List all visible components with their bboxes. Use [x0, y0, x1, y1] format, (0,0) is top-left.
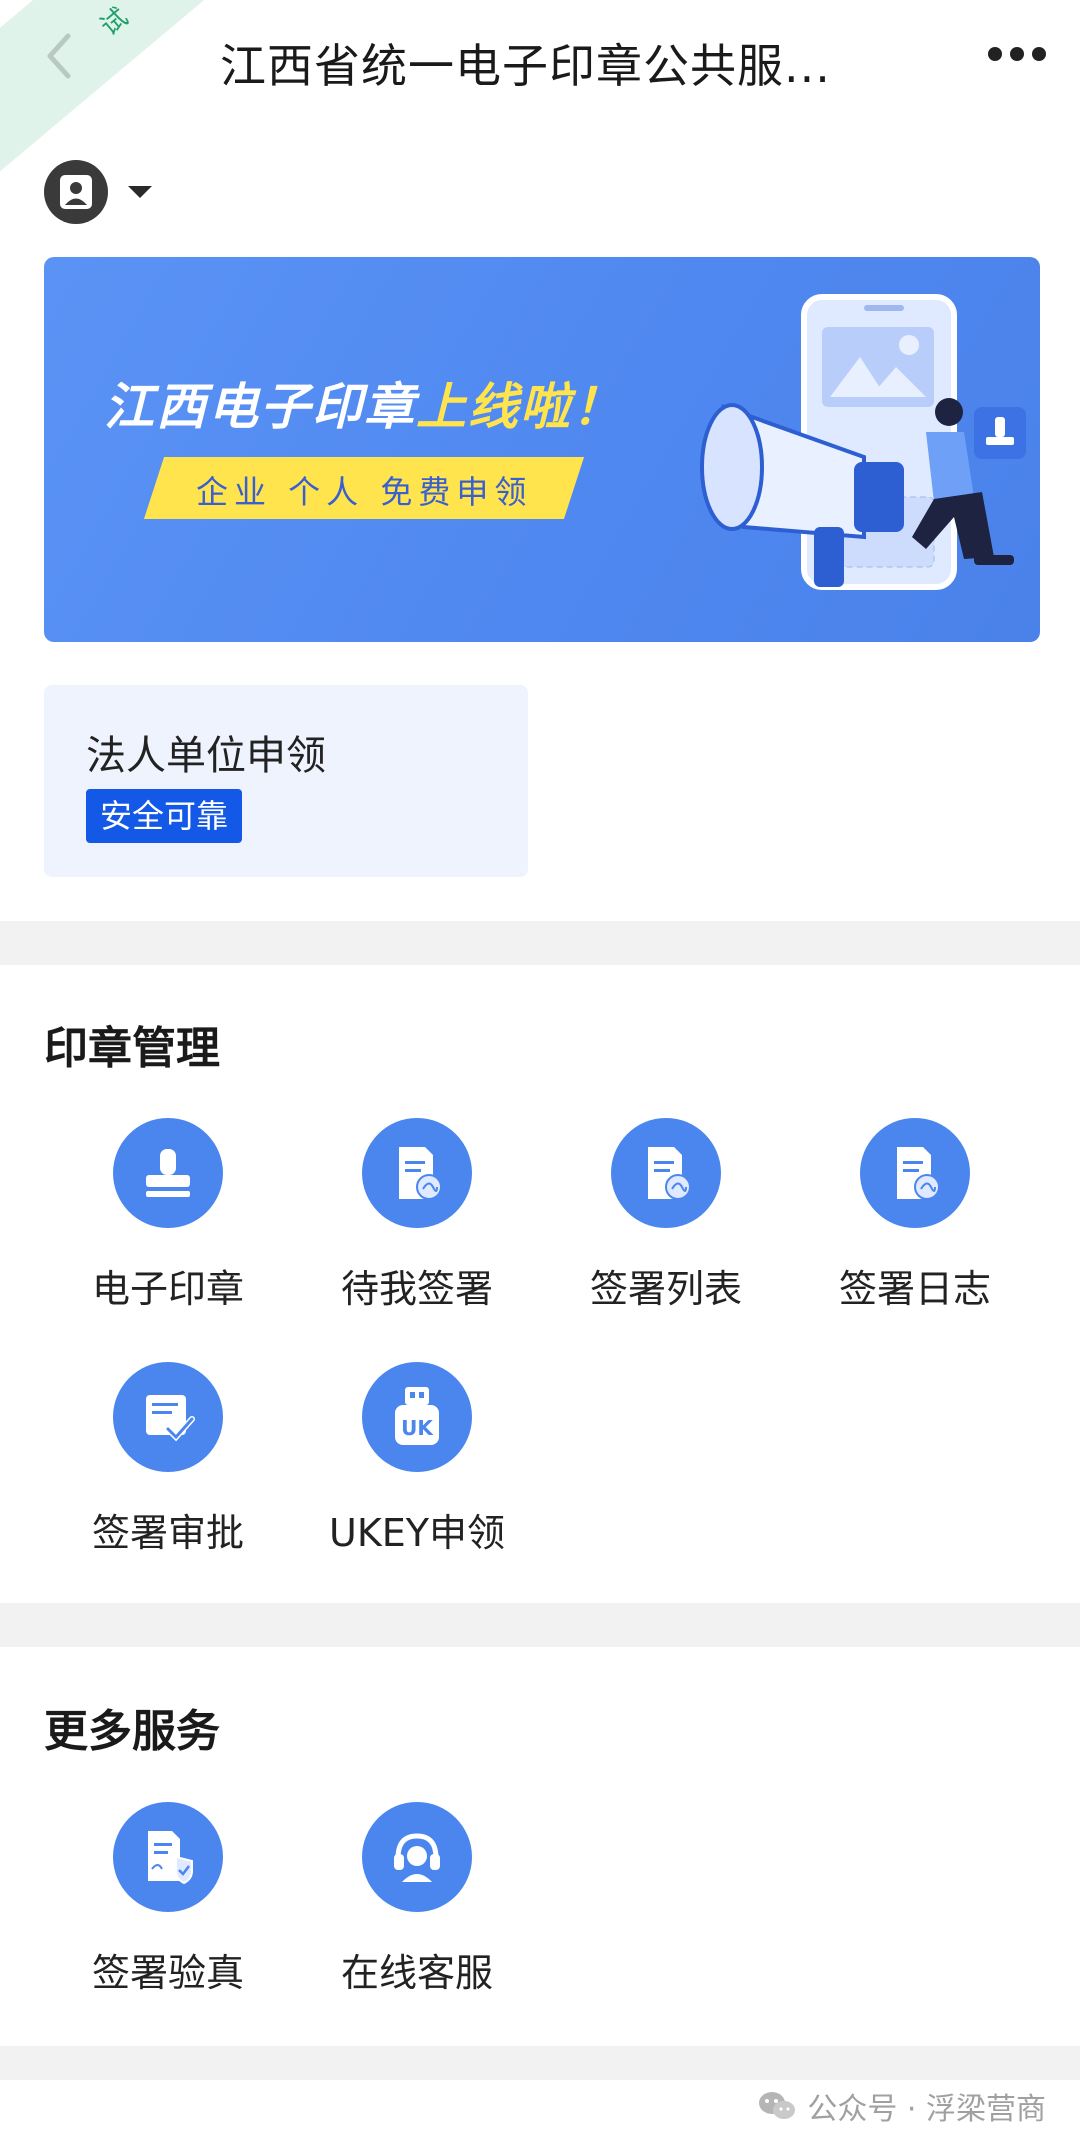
svg-text:UK: UK: [401, 1416, 434, 1440]
grid-item-label: 签署验真: [91, 1951, 244, 1995]
footer: 公众号 · 浮梁营商: [0, 2080, 1080, 2147]
grid-item-label: 在线客服: [340, 1951, 493, 1995]
approval-check-icon: [113, 1362, 223, 1472]
entity-apply-title: 法人单位申领: [86, 733, 326, 779]
grid-item-sign-list[interactable]: 签署列表: [541, 1118, 791, 1313]
watermark-text: 公众号 · 浮梁营商: [807, 2092, 1046, 2127]
banner-title-highlight: 上线啦！: [416, 378, 624, 436]
grid-item-sign-verify[interactable]: 签署验真: [43, 1802, 293, 1997]
document-sign-icon: [611, 1118, 721, 1228]
section-divider: [0, 2046, 1080, 2080]
grid-item-label: UKEY申领: [329, 1511, 505, 1555]
section-title-seal-management: 印章管理: [44, 1023, 220, 1074]
grid-item-sign-approval[interactable]: 签署审批: [43, 1362, 293, 1557]
wechat-icon: [759, 2092, 796, 2119]
top-bar: 试 江西省统一电子印章公共服...: [0, 0, 1080, 174]
safety-badge: 安全可靠: [86, 789, 243, 843]
grid-item-ukey-apply[interactable]: UK UKEY申领: [292, 1362, 542, 1557]
more-dot: [1010, 47, 1024, 61]
ukey-icon: UK: [362, 1362, 472, 1472]
grid-item-online-support[interactable]: 在线客服: [292, 1802, 542, 1997]
document-sign-icon: [362, 1118, 472, 1228]
section-divider: [0, 921, 1080, 965]
promo-banner[interactable]: 江西电子印章上线啦！ 企业 个人 免费申领: [44, 257, 1040, 642]
avatar[interactable]: [44, 160, 108, 224]
section-divider: [0, 1603, 1080, 1647]
back-button[interactable]: [40, 32, 80, 80]
grid-item-label: 签署审批: [91, 1511, 244, 1555]
grid-item-label: 待我签署: [340, 1267, 493, 1311]
caret-down-icon[interactable]: [128, 186, 152, 198]
chevron-left-icon: [47, 33, 71, 79]
grid-item-label: 签署日志: [838, 1267, 991, 1311]
megaphone-illustration: [700, 294, 1026, 590]
more-button[interactable]: [988, 44, 1048, 64]
section-title-more-services: 更多服务: [44, 1706, 220, 1757]
banner-subtitle: 企业 个人 免费申领: [196, 473, 533, 511]
more-dot: [1032, 47, 1046, 61]
more-dot: [988, 47, 1002, 61]
stamp-icon: [113, 1118, 223, 1228]
account-switcher[interactable]: [44, 160, 152, 224]
entity-apply-card[interactable]: 法人单位申领 安全可靠: [44, 685, 528, 877]
user-id-icon: [60, 175, 92, 209]
page-title: 江西省统一电子印章公共服...: [220, 39, 831, 93]
grid-item-e-seal[interactable]: 电子印章: [43, 1118, 293, 1313]
grid-item-label: 签署列表: [589, 1267, 742, 1311]
document-verify-icon: [113, 1802, 223, 1912]
banner-title-main: 江西电子印章: [104, 378, 416, 436]
headset-icon: [362, 1802, 472, 1912]
grid-item-pending-sign[interactable]: 待我签署: [292, 1118, 542, 1313]
document-sign-icon: [860, 1118, 970, 1228]
banner-title: 江西电子印章上线啦！: [104, 367, 624, 439]
grid-item-sign-log[interactable]: 签署日志: [790, 1118, 1040, 1313]
grid-item-label: 电子印章: [91, 1267, 244, 1311]
watermark: 公众号 · 浮梁营商: [757, 2084, 1046, 2128]
